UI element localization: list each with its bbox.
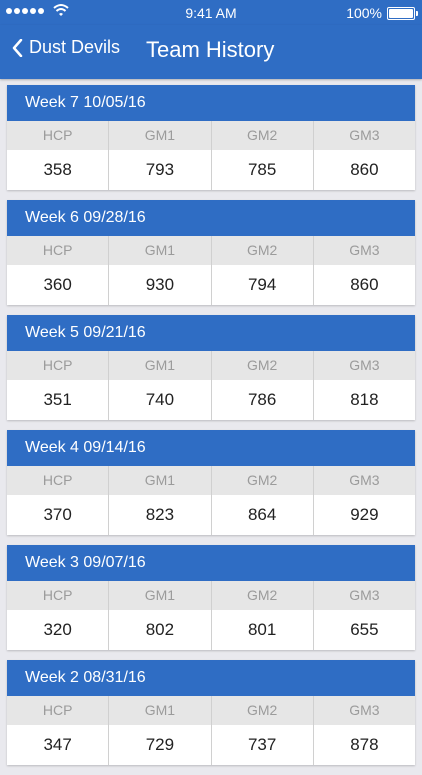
score-row: 370 823 864 929 bbox=[7, 495, 415, 535]
score-value: 860 bbox=[350, 160, 379, 179]
chevron-left-icon bbox=[12, 38, 23, 57]
week-card: Week 4 09/14/16 HCP GM1 GM2 GM3 370 823 864 929 bbox=[7, 430, 415, 535]
week-title: Week 3 09/07/16 bbox=[7, 545, 415, 581]
week-card: Week 2 08/31/16 HCP GM1 GM2 GM3 347 729 737 878 bbox=[7, 660, 415, 765]
column-header-row: HCP GM1 GM2 GM3 bbox=[7, 466, 415, 495]
battery-icon bbox=[387, 7, 418, 20]
column-header: GM3 bbox=[349, 242, 380, 258]
column-header: GM2 bbox=[212, 581, 314, 610]
score-value: 878 bbox=[350, 735, 379, 754]
column-header: GM3 bbox=[349, 357, 380, 373]
score-row: 320 802 801 655 bbox=[7, 610, 415, 650]
column-header: HCP bbox=[7, 121, 110, 150]
score-value: 358 bbox=[7, 150, 110, 190]
history-list: Week 7 10/05/16 HCP GM1 GM2 GM3 358 793 785 860 W… bbox=[0, 85, 422, 775]
week-title: Week 2 08/31/16 bbox=[7, 660, 415, 696]
score-value: 823 bbox=[109, 495, 212, 535]
back-button[interactable]: Dust Devils bbox=[12, 37, 120, 58]
score-value: 930 bbox=[109, 265, 212, 305]
column-header: HCP bbox=[7, 696, 110, 725]
week-card: Week 7 10/05/16 HCP GM1 GM2 GM3 358 793 785 860 bbox=[7, 85, 415, 190]
score-value: 737 bbox=[212, 725, 314, 765]
column-header: GM1 bbox=[109, 696, 212, 725]
column-header: GM3 bbox=[349, 702, 380, 718]
week-title: Week 5 09/21/16 bbox=[7, 315, 415, 351]
score-value: 801 bbox=[212, 610, 314, 650]
score-value: 347 bbox=[7, 725, 110, 765]
week-card: Week 3 09/07/16 HCP GM1 GM2 GM3 320 802 801 655 bbox=[7, 545, 415, 650]
score-value: 729 bbox=[109, 725, 212, 765]
column-header: HCP bbox=[7, 351, 110, 380]
week-card: Week 5 09/21/16 HCP GM1 GM2 GM3 351 740 786 818 bbox=[7, 315, 415, 420]
column-header: GM2 bbox=[212, 236, 314, 265]
column-header-row: HCP GM1 GM2 GM3 bbox=[7, 121, 415, 150]
column-header: GM1 bbox=[109, 351, 212, 380]
column-header: HCP bbox=[7, 466, 110, 495]
status-bar: 9:41 AM 100% bbox=[0, 0, 422, 25]
column-header-row: HCP GM1 GM2 GM3 bbox=[7, 581, 415, 610]
score-value: 794 bbox=[212, 265, 314, 305]
column-header: GM2 bbox=[212, 696, 314, 725]
score-value: 740 bbox=[109, 380, 212, 420]
score-value: 360 bbox=[7, 265, 110, 305]
column-header: GM3 bbox=[349, 127, 380, 143]
nav-bar: Dust Devils Team History bbox=[0, 25, 422, 79]
score-value: 860 bbox=[350, 275, 379, 294]
week-card: Week 6 09/28/16 HCP GM1 GM2 GM3 360 930 794 860 bbox=[7, 200, 415, 305]
week-title: Week 7 10/05/16 bbox=[7, 85, 415, 121]
score-value: 802 bbox=[109, 610, 212, 650]
column-header-row: HCP GM1 GM2 GM3 bbox=[7, 351, 415, 380]
score-value: 818 bbox=[350, 390, 379, 409]
score-value: 929 bbox=[350, 505, 379, 524]
column-header: GM3 bbox=[349, 587, 380, 603]
back-label: Dust Devils bbox=[29, 37, 121, 57]
score-value: 655 bbox=[350, 620, 379, 639]
score-row: 347 729 737 878 bbox=[7, 725, 415, 765]
column-header-row: HCP GM1 GM2 GM3 bbox=[7, 236, 415, 265]
battery-percent: 100% bbox=[346, 5, 382, 21]
score-value: 786 bbox=[212, 380, 314, 420]
column-header: GM2 bbox=[212, 121, 314, 150]
score-value: 351 bbox=[7, 380, 110, 420]
week-title: Week 6 09/28/16 bbox=[7, 200, 415, 236]
week-title: Week 4 09/14/16 bbox=[7, 430, 415, 466]
column-header: GM2 bbox=[212, 351, 314, 380]
score-row: 351 740 786 818 bbox=[7, 380, 415, 420]
column-header: GM1 bbox=[109, 581, 212, 610]
column-header: GM1 bbox=[109, 121, 212, 150]
column-header: GM2 bbox=[212, 466, 314, 495]
column-header: GM3 bbox=[349, 472, 380, 488]
column-header: HCP bbox=[7, 236, 110, 265]
column-header: GM1 bbox=[109, 236, 212, 265]
score-value: 370 bbox=[7, 495, 110, 535]
score-value: 793 bbox=[109, 150, 212, 190]
column-header-row: HCP GM1 GM2 GM3 bbox=[7, 696, 415, 725]
score-row: 360 930 794 860 bbox=[7, 265, 415, 305]
score-row: 358 793 785 860 bbox=[7, 150, 415, 190]
score-value: 320 bbox=[7, 610, 110, 650]
column-header: GM1 bbox=[109, 466, 212, 495]
column-header: HCP bbox=[7, 581, 110, 610]
score-value: 864 bbox=[212, 495, 314, 535]
page-title: Team History bbox=[146, 37, 275, 62]
score-value: 785 bbox=[212, 150, 314, 190]
